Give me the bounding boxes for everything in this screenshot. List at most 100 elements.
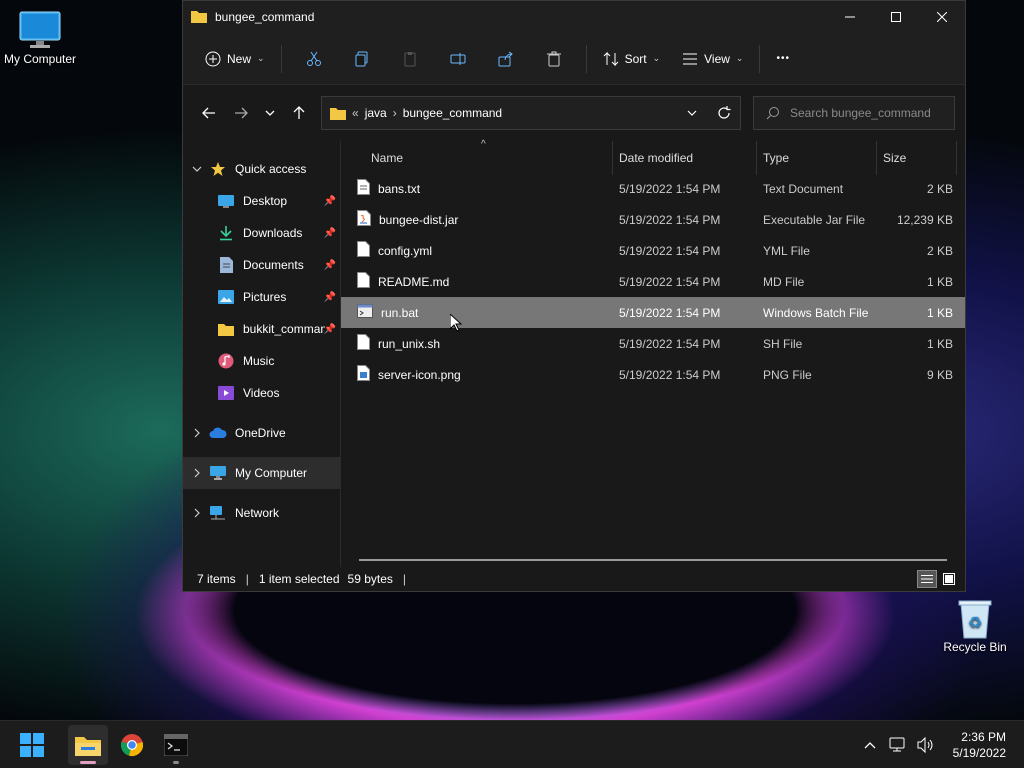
search-box[interactable]: Search bungee_command [753,96,955,130]
sidebar-item-label: Documents [243,258,304,272]
file-name: README.md [378,274,450,289]
file-name-cell: server-icon.png [357,359,461,390]
sidebar-item-label: Music [243,354,275,368]
file-name-cell: run_unix.sh [357,328,440,359]
clock[interactable]: 2:36 PM 5/19/2022 [953,729,1006,761]
horizontal-scrollbar[interactable] [359,559,947,561]
file-row[interactable]: server-icon.png 5/19/2022 1:54 PM PNG File… [341,359,965,390]
breadcrumb-java[interactable]: java [365,106,387,120]
star-icon [207,161,229,177]
jar-file-icon [357,210,371,229]
folder-icon [215,322,237,336]
sort-button[interactable]: Sort ⌄ [595,43,669,75]
scissors-icon [306,51,321,66]
delete-button[interactable] [530,43,578,75]
up-button[interactable] [283,97,315,129]
file-name-cell: bungee-dist.jar [357,204,458,235]
arrow-right-icon [235,107,248,119]
file-name: bungee-dist.jar [379,212,459,227]
column-header-type[interactable]: Type [757,141,877,175]
file-row[interactable]: bans.txt 5/19/2022 1:54 PM Text Document 2 … [341,173,965,204]
chrome-icon [120,733,144,756]
file-date: 5/19/2022 1:54 PM [619,243,721,258]
close-button[interactable] [919,1,965,33]
file-row[interactable]: bungee-dist.jar 5/19/2022 1:54 PM Executab… [341,204,965,235]
navigation-bar: « java › bungee_command Search bungee_co… [183,85,965,141]
sidebar-item-documents[interactable]: Documents 📌 [183,249,340,281]
folder-icon [75,736,101,756]
file-row[interactable]: config.yml 5/19/2022 1:54 PM YML File 2 KB [341,235,965,266]
svg-text:♻: ♻ [968,613,982,632]
taskbar-chrome[interactable] [112,725,152,765]
download-icon [215,225,237,241]
chevron-down-icon: ⌄ [652,53,661,63]
sidebar-item-quick-access[interactable]: Quick access [183,153,340,185]
chevron-right-icon[interactable] [187,468,207,478]
forward-button[interactable] [225,97,257,129]
file-icon [357,272,370,291]
taskbar-terminal[interactable] [156,725,196,765]
sidebar-item-network[interactable]: Network [183,497,340,529]
new-button[interactable]: New ⌄ [197,43,273,75]
desktop-icon-recycle-bin[interactable]: ♻ Recycle Bin [935,598,1015,654]
chevron-down-icon[interactable] [187,165,207,173]
windows-logo-icon [20,732,44,757]
recycle-bin-icon: ♻ [953,598,997,639]
sort-label: Sort [624,51,647,66]
file-type: YML File [763,243,810,258]
sidebar-item-my-computer[interactable]: My Computer [183,457,340,489]
column-header-date[interactable]: Date modified [613,141,757,175]
chevron-right-icon[interactable] [187,428,207,438]
file-size: 12,239 KB [896,212,953,227]
back-button[interactable] [193,97,225,129]
file-row[interactable]: run.bat 5/19/2022 1:54 PM Windows Batch Fi… [341,297,965,328]
sidebar-item-label: Quick access [235,162,307,176]
paste-button[interactable] [386,43,434,75]
more-options-button[interactable]: ••• [768,43,798,75]
large-icons-view-button[interactable] [939,570,959,588]
sidebar-item-bukkit-command[interactable]: bukkit_command 📌 [183,313,340,345]
column-header-size[interactable]: Size [877,141,957,175]
file-size: 1 KB [926,336,953,351]
copy-button[interactable] [338,43,386,75]
file-list-pane: Name ^ Date modified Type Size bans.txt 5… [341,139,965,567]
refresh-button[interactable] [708,97,740,129]
breadcrumb-overflow[interactable]: « [352,106,359,120]
address-dropdown-button[interactable] [676,97,708,129]
cut-button[interactable] [290,43,338,75]
volume-icon[interactable] [915,734,937,756]
share-button[interactable] [482,43,530,75]
rename-button[interactable] [434,43,482,75]
taskbar-file-explorer[interactable] [68,724,108,765]
network-icon [207,505,229,521]
network-status-icon[interactable] [887,734,909,756]
breadcrumb-bungee-command[interactable]: bungee_command [403,106,502,120]
maximize-button[interactable] [873,1,919,33]
navigation-pane: Quick access Desktop 📌 Downloads 📌 Docum… [183,141,341,567]
minimize-button[interactable] [827,1,873,33]
address-bar[interactable]: « java › bungee_command [321,96,741,130]
details-view-icon [921,575,933,583]
sidebar-item-onedrive[interactable]: OneDrive [183,417,340,449]
sidebar-item-pictures[interactable]: Pictures 📌 [183,281,340,313]
sidebar-item-videos[interactable]: Videos [183,377,340,409]
file-name: run.bat [381,305,419,320]
column-header-name[interactable]: Name ^ [365,139,613,175]
desktop-icon-my-computer[interactable]: My Computer [0,10,80,66]
view-button[interactable]: View ⌄ [674,43,751,75]
folder-icon [330,108,346,120]
sidebar-item-desktop[interactable]: Desktop 📌 [183,185,340,217]
sidebar-item-music[interactable]: Music [183,345,340,377]
sidebar-item-downloads[interactable]: Downloads 📌 [183,217,340,249]
chevron-right-icon[interactable] [187,508,207,518]
file-type: Windows Batch File [763,305,869,320]
recent-locations-button[interactable] [257,97,283,129]
details-view-button[interactable] [917,570,937,588]
file-row[interactable]: README.md 5/19/2022 1:54 PM MD File 1 KB [341,266,965,297]
command-bar: New ⌄ Sort ⌄ View ⌄ ••• [183,33,965,85]
file-row[interactable]: run_unix.sh 5/19/2022 1:54 PM SH File 1 KB [341,328,965,359]
start-button[interactable] [12,725,52,765]
title-bar[interactable]: bungee_command [183,1,965,33]
show-hidden-icons-button[interactable] [859,734,881,756]
file-type: Executable Jar File [763,212,866,227]
